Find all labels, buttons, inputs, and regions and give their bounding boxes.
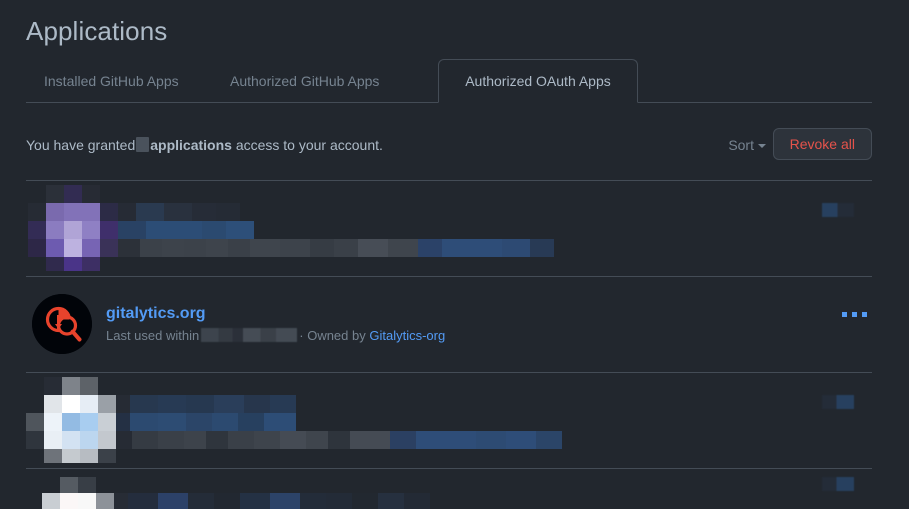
- redacted-badge: [822, 395, 854, 409]
- revoke-all-button[interactable]: Revoke all: [772, 128, 872, 160]
- redacted-badge: [822, 203, 854, 217]
- list-item-redacted[interactable]: [26, 373, 872, 468]
- granted-summary-row: You have granted applications access to y…: [26, 128, 872, 162]
- redacted-content-pixels: [26, 377, 562, 463]
- page-title: Applications: [26, 16, 168, 46]
- tab-authorized-oauth-apps[interactable]: Authorized OAuth Apps: [438, 59, 638, 103]
- granted-prefix: You have granted: [26, 137, 136, 153]
- redacted-badge: [822, 477, 854, 491]
- granted-suffix: access to your account.: [235, 137, 383, 153]
- avatar: [32, 294, 92, 354]
- gitalytics-logo-icon: [32, 294, 92, 354]
- list-item-redacted-partial[interactable]: [26, 469, 872, 509]
- last-used-label: Last used within: [106, 328, 200, 343]
- sort-dropdown[interactable]: Sort: [728, 133, 766, 157]
- tab-bar: Installed GitHub Apps Authorized GitHub …: [26, 59, 872, 103]
- list-item-content: gitalytics.org Last used within · Owned b…: [106, 304, 802, 345]
- granted-count-redacted: [136, 137, 150, 152]
- redacted-content-pixels: [28, 185, 554, 271]
- applications-settings-page: Applications Installed GitHub Apps Autho…: [0, 0, 909, 509]
- app-name-link[interactable]: gitalytics.org: [106, 304, 206, 324]
- redacted-content-pixels: [42, 477, 430, 509]
- chevron-down-icon: [758, 144, 766, 148]
- tab-authorized-github-apps[interactable]: Authorized GitHub Apps: [212, 59, 397, 103]
- granted-summary-text: You have granted applications access to y…: [26, 133, 383, 157]
- authorized-oauth-apps-list: gitalytics.org Last used within · Owned b…: [26, 180, 872, 509]
- app-meta: Last used within · Owned by Gitalytics-or…: [106, 327, 802, 345]
- list-item-gitalytics[interactable]: gitalytics.org Last used within · Owned b…: [26, 277, 872, 372]
- tab-installed-github-apps[interactable]: Installed GitHub Apps: [26, 59, 197, 103]
- meta-separator: ·: [299, 328, 304, 343]
- list-item-redacted[interactable]: [26, 181, 872, 276]
- owner-link[interactable]: Gitalytics-org: [369, 328, 445, 343]
- granted-bold-word: applications: [150, 137, 232, 153]
- last-used-redacted: [201, 328, 298, 342]
- kebab-menu-icon[interactable]: [842, 307, 868, 323]
- sort-label: Sort: [728, 137, 754, 153]
- owned-by-label: Owned by: [307, 328, 366, 343]
